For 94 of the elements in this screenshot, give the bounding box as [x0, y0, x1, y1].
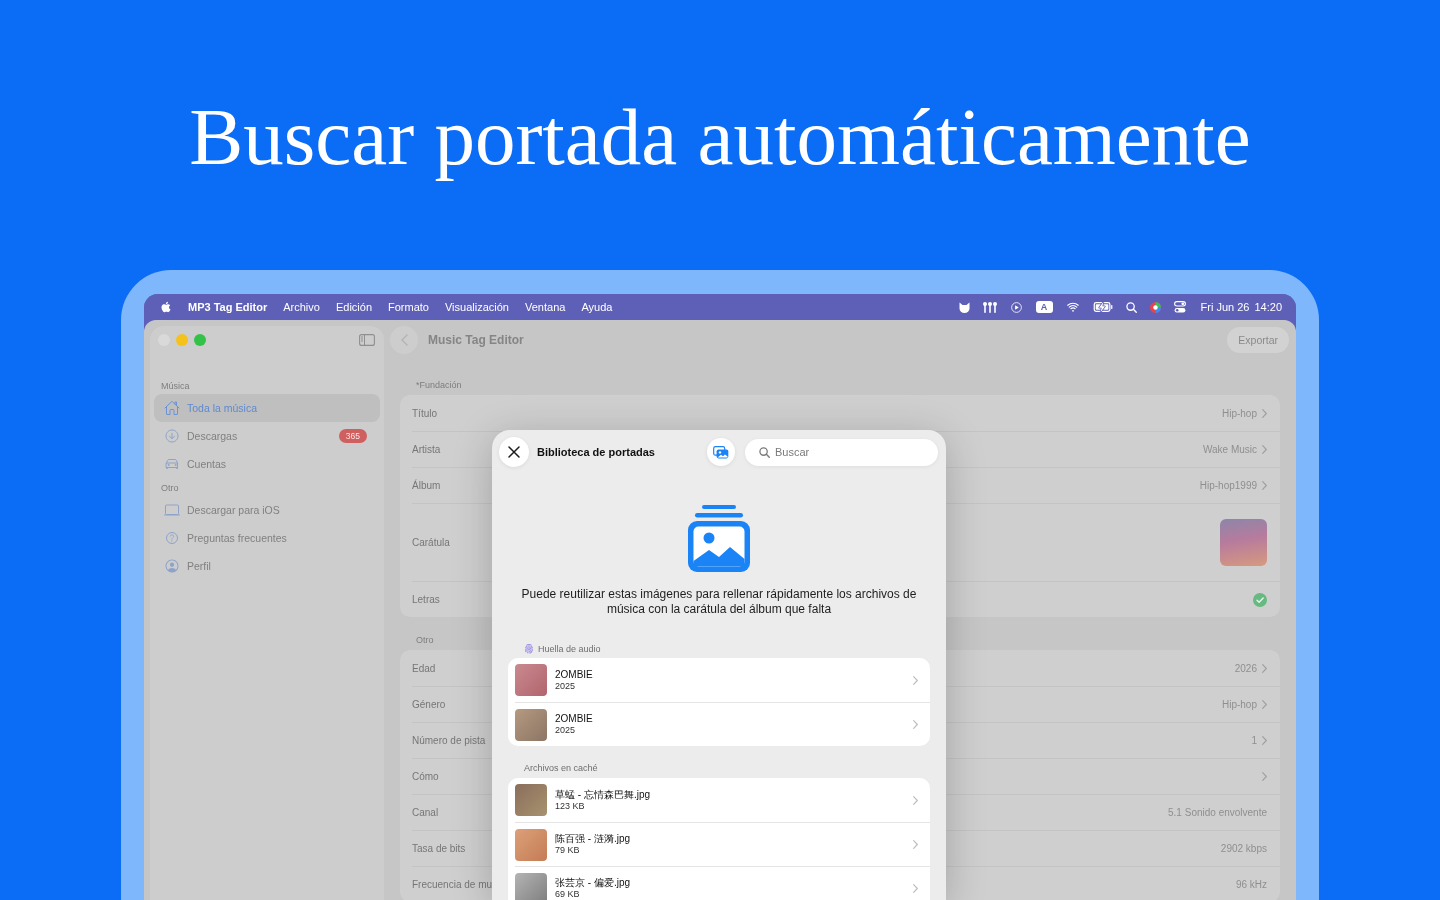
car-icon	[164, 456, 180, 472]
search-field[interactable]: Buscar	[745, 438, 938, 466]
count-badge: 365	[338, 429, 367, 443]
field-value: Wake Music	[1202, 444, 1257, 455]
chevron-icon	[1262, 481, 1267, 490]
field-label: Letras	[412, 594, 440, 605]
chevron-icon	[913, 720, 918, 729]
description-text: Puede reutilizar estas imágenes para rellenar rápidamente los archivos de música con la carátula del álbum que falta	[520, 587, 918, 617]
fingerprint-icon	[524, 644, 534, 654]
search-icon	[759, 446, 770, 458]
field-value: 96 kHz	[1235, 879, 1267, 890]
item-subtitle: 2025	[555, 725, 577, 736]
close-icon	[508, 446, 520, 458]
menu-item[interactable]: Formato	[388, 301, 429, 313]
field-label: Título	[412, 407, 437, 419]
chevron-icon	[913, 884, 918, 893]
field-label: Canal	[412, 807, 439, 818]
field-label: Álbum	[412, 480, 441, 491]
field-label: Género	[412, 699, 446, 710]
menu-item[interactable]: Ayuda	[581, 301, 613, 313]
photo-placeholder	[515, 784, 547, 816]
color-wheel-icon[interactable]	[1149, 301, 1161, 313]
field-value: 2026	[1234, 662, 1257, 674]
cat-icon[interactable]	[958, 301, 970, 313]
photo-stack-icon	[688, 505, 750, 572]
field-value: 2902 kbps	[1220, 843, 1267, 854]
download-icon	[164, 428, 180, 444]
photo-placeholder	[1220, 519, 1267, 566]
field-label: Carátula	[412, 537, 450, 548]
item-subtitle: 79 KB	[555, 845, 581, 856]
item-title[interactable]: 陈百强 - 涟漪.jpg	[555, 833, 630, 845]
chevron-icon	[913, 675, 918, 685]
field-value: 1	[1251, 735, 1257, 746]
field-label: Edad	[412, 662, 436, 674]
toggles-icon[interactable]	[1173, 301, 1186, 313]
person-icon	[164, 558, 180, 574]
sidebar-heading: Otro	[160, 482, 179, 494]
chevron-icon	[913, 795, 918, 805]
field-label: Cómo	[412, 771, 439, 782]
sidebar-heading: Música	[160, 380, 190, 392]
chevron-icon	[400, 334, 408, 346]
field-value: Hip-hop	[1221, 699, 1257, 710]
field-label: Frecuencia de mu	[412, 879, 493, 890]
menu-item[interactable]: Visualización	[445, 301, 509, 313]
chevron-icon	[1262, 663, 1267, 673]
menu-item[interactable]: Ventana	[525, 301, 566, 313]
section-heading: Archivos en caché	[524, 762, 598, 774]
headline: Buscar portada automáticamente	[189, 97, 1251, 179]
field-label: Artista	[412, 444, 441, 455]
item-title[interactable]: 草蜢 - 忘情森巴舞.jpg	[555, 788, 650, 801]
chevron-icon	[1262, 445, 1267, 454]
section-heading: Otro	[416, 634, 434, 646]
laptop-icon	[164, 502, 180, 518]
home-icon	[164, 400, 180, 416]
chevron-icon	[1262, 700, 1267, 709]
chevron-icon	[1262, 736, 1267, 745]
sheet-title: Biblioteca de portadas	[537, 446, 656, 458]
photo-library-button[interactable]	[707, 438, 735, 466]
field-value: Hip-hop	[1221, 407, 1257, 419]
photo-placeholder	[515, 828, 547, 861]
chevron-icon	[913, 840, 918, 849]
menu-item[interactable]: Edición	[335, 301, 372, 313]
field-label: Tasa de bits	[412, 843, 466, 854]
chevron-icon	[1262, 408, 1267, 418]
section-heading: *Fundación	[416, 379, 462, 391]
sidebar-item[interactable]: Descargas 365	[154, 422, 380, 450]
photo-stack-icon	[713, 445, 729, 459]
photo-placeholder	[515, 664, 547, 696]
field-value: Hip-hop1999	[1199, 480, 1257, 491]
check-circle-icon	[1253, 592, 1267, 607]
app-menu[interactable]: MP3 Tag Editor	[188, 301, 268, 313]
input-source-menu[interactable]: A	[1035, 301, 1053, 313]
menu-item[interactable]: Archivo	[283, 301, 320, 313]
help-icon	[164, 530, 180, 546]
apple-icon[interactable]	[160, 301, 172, 313]
menu-bar-date[interactable]: Fri Jun 26	[1200, 301, 1250, 313]
item-subtitle: 123 KB	[555, 800, 586, 812]
photo-placeholder	[515, 708, 547, 741]
pins-icon[interactable]	[982, 301, 997, 313]
item-title[interactable]: 张芸京 - 偏爱.jpg	[555, 877, 630, 889]
chevron-icon	[1262, 772, 1267, 781]
section-heading: Huella de audio	[538, 643, 601, 655]
item-subtitle: 69 KB	[555, 889, 581, 900]
window-title: Music Tag Editor	[428, 333, 524, 347]
item-subtitle: 2025	[555, 680, 577, 692]
item-title[interactable]: 2OMBIE	[555, 713, 593, 725]
menu-bar-time[interactable]: 14:20	[1254, 301, 1282, 313]
field-label: Número de pista	[412, 735, 486, 746]
wifi-icon[interactable]	[1065, 300, 1080, 314]
search-icon[interactable]	[1125, 301, 1137, 313]
field-value: 5.1 Sonido envolvente	[1168, 807, 1267, 818]
close-button[interactable]	[499, 437, 529, 467]
photo-placeholder	[515, 872, 547, 900]
item-title[interactable]: 2OMBIE	[555, 668, 593, 681]
